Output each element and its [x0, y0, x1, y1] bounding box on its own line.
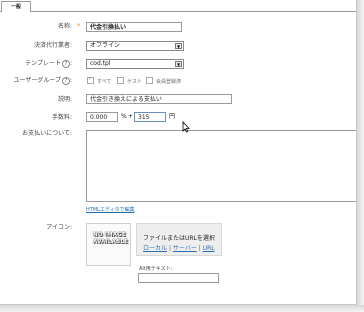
alt-text-label: Alt用テキスト:	[139, 266, 173, 272]
window-shadow-bottom	[0, 305, 364, 312]
checkbox-icon[interactable]	[117, 77, 124, 84]
fee-fixed-input[interactable]: 315	[134, 112, 166, 122]
description-label: 説明:	[57, 96, 72, 103]
description-input[interactable]: 代金引き換えによる支払い	[86, 94, 232, 104]
template-label-row: テンプレート?:	[25, 60, 72, 68]
user-group-all-label: すべて	[97, 79, 112, 85]
source-local-link[interactable]: ローカル	[143, 245, 167, 252]
alt-text-input[interactable]	[138, 273, 219, 283]
agent-label: 決済代行業者:	[33, 42, 72, 49]
checkbox-icon[interactable]	[87, 76, 94, 84]
file-chooser-prompt: ファイルまたはURLを選択	[143, 235, 215, 242]
checkbox-icon[interactable]	[146, 77, 153, 84]
name-input[interactable]: 代金引換払い	[86, 22, 182, 32]
file-chooser: ファイルまたはURLを選択 ローカル | サーバー | URL	[136, 223, 222, 256]
fee-percent-input[interactable]: 0.000	[86, 112, 118, 122]
fee-percent-unit: %	[121, 113, 127, 120]
settings-panel: 一般 名称: * 代金引換払い 決済代行業者: オフライン ▼ テンプレート?:…	[0, 0, 357, 305]
icon-label: アイコン:	[46, 224, 72, 231]
user-group-guest-checkbox[interactable]: ゲスト	[117, 77, 142, 86]
payment-notes-textarea[interactable]	[86, 130, 356, 202]
source-server-link[interactable]: サーバー	[173, 245, 197, 252]
user-group-member-checkbox[interactable]: 会員登録済	[146, 77, 181, 86]
mouse-cursor-icon	[182, 121, 190, 133]
help-icon[interactable]: ?	[61, 77, 70, 85]
user-groups-label-row: ユーザーグループ?:	[13, 77, 72, 85]
help-icon[interactable]: ?	[61, 60, 70, 68]
fee-fixed-unit: 円	[169, 113, 176, 120]
user-group-all-checkbox[interactable]: すべて	[87, 76, 112, 86]
no-image-line-2: AVAILABLE	[93, 239, 129, 245]
separator: |	[168, 245, 171, 252]
window-shadow-right	[357, 0, 364, 312]
no-image-text: NO IMAGE AVAILABLE	[93, 232, 129, 257]
agent-select-value: オフライン	[90, 42, 121, 49]
no-image-line-1: NO IMAGE	[93, 232, 126, 238]
fee-label: 手数料:	[51, 114, 72, 121]
fee-plus-sign: +	[128, 113, 134, 120]
chevron-down-icon[interactable]: ▼	[175, 43, 182, 49]
no-image-placeholder: NO IMAGE AVAILABLE	[86, 223, 131, 266]
user-group-guest-label: ゲスト	[127, 79, 143, 85]
template-select[interactable]: cod.tpl ▼	[86, 59, 184, 69]
required-mark: *	[77, 22, 81, 30]
template-label: テンプレート	[25, 60, 61, 67]
chevron-down-icon[interactable]: ▼	[175, 61, 182, 67]
tab-general[interactable]: 一般	[1, 1, 31, 12]
template-select-value: cod.tpl	[90, 60, 111, 67]
user-groups-label: ユーザーグループ	[13, 77, 61, 84]
source-url-link[interactable]: URL	[203, 245, 215, 252]
tab-bar: 一般	[0, 0, 356, 12]
separator: |	[198, 245, 201, 252]
payment-notes-label: お支払いについて:	[22, 130, 72, 137]
agent-select[interactable]: オフライン ▼	[86, 41, 184, 51]
html-editor-link[interactable]: HTMLエディタで編集	[86, 206, 135, 213]
user-group-member-label: 会員登録済	[156, 79, 182, 85]
file-source-links: ローカル | サーバー | URL	[143, 243, 215, 252]
name-label: 名称:	[57, 23, 72, 30]
